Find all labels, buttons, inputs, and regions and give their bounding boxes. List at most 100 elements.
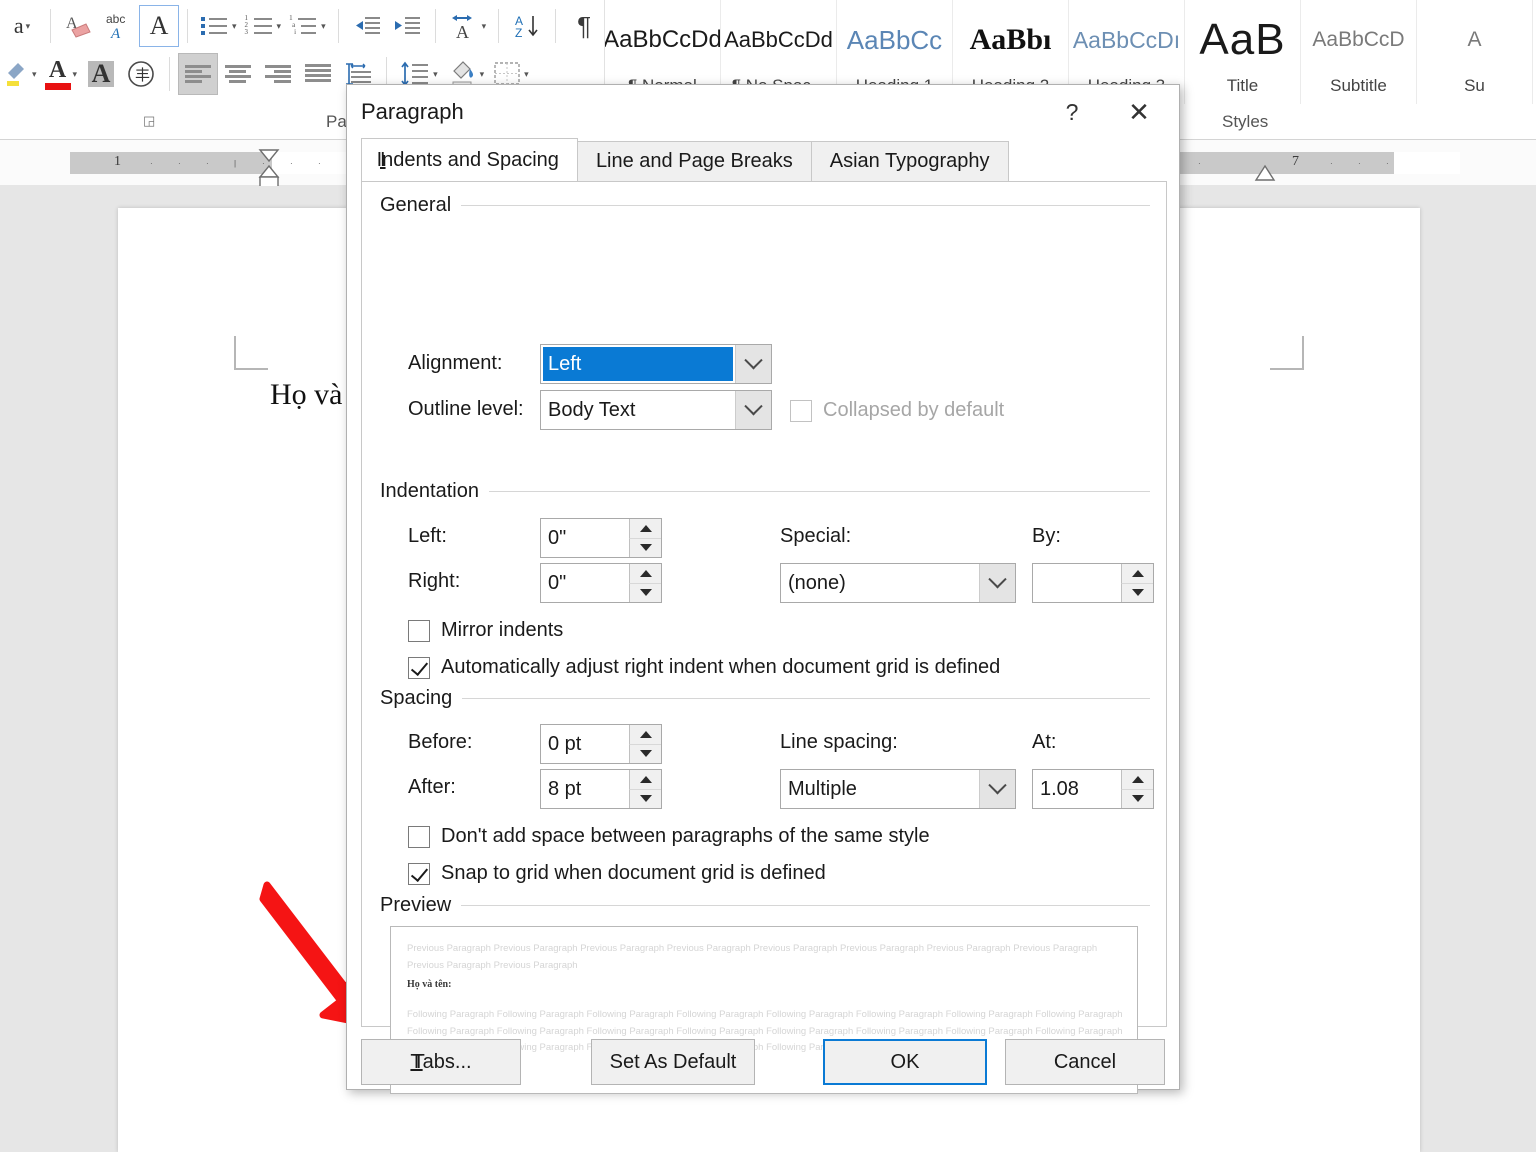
font-color-button[interactable]: A ▾: [41, 53, 82, 95]
alignment-combo[interactable]: Left: [540, 344, 772, 384]
indent-right-spinner[interactable]: 0": [540, 563, 662, 603]
spacing-before-value[interactable]: 0 pt: [541, 725, 629, 763]
dont-add-space-row[interactable]: Don't add space between paragraphs of th…: [408, 825, 930, 848]
outline-level-combo[interactable]: Body Text: [540, 390, 772, 430]
spinner-buttons[interactable]: [1121, 564, 1153, 602]
at-spinner[interactable]: 1.08: [1032, 769, 1154, 809]
cancel-button[interactable]: Cancel: [1005, 1039, 1165, 1085]
align-right-button[interactable]: [258, 53, 298, 95]
outline-level-label-span: Outline level:: [408, 398, 524, 420]
special-combo[interactable]: (none): [780, 563, 1016, 603]
spinner-buttons[interactable]: [629, 519, 661, 557]
align-left-button[interactable]: [178, 53, 219, 95]
ok-button[interactable]: OK: [823, 1039, 987, 1085]
snap-to-grid-label: Snap to grid when document grid is defin…: [441, 862, 826, 884]
mirror-indents-row[interactable]: Mirror indents: [408, 619, 563, 642]
spinner-up-icon[interactable]: [629, 770, 661, 790]
divider: [187, 9, 188, 43]
collapsed-by-default-checkbox[interactable]: [790, 399, 812, 422]
spacing-before-spinner[interactable]: 0 pt: [540, 724, 662, 764]
right-indent-marker[interactable]: [1252, 164, 1278, 184]
indent-right-value[interactable]: 0": [541, 564, 629, 602]
chevron-down-icon[interactable]: [735, 391, 771, 429]
numbering-button[interactable]: 1 2 3 ▾: [241, 5, 286, 47]
style-sample: AaBbCcD: [1301, 4, 1416, 76]
mirror-indents-label: Mirror indents: [441, 619, 564, 641]
indent-left-value[interactable]: 0": [541, 519, 629, 557]
spelling-abc-button[interactable]: abc A: [99, 5, 139, 47]
multilevel-list-button[interactable]: 1 a i ▾: [285, 5, 330, 47]
spinner-buttons[interactable]: [1121, 770, 1153, 808]
at-value[interactable]: 1.08: [1033, 770, 1121, 808]
spinner-up-icon[interactable]: [629, 725, 661, 745]
style-sample: AaB: [1185, 4, 1300, 76]
style-item[interactable]: AaBbCcD Subtitle: [1301, 0, 1417, 104]
text-effects-button[interactable]: A: [139, 5, 179, 47]
decrease-indent-button[interactable]: [347, 5, 387, 47]
spinner-buttons[interactable]: [629, 725, 661, 763]
tabs-button[interactable]: T Tabs...: [361, 1039, 521, 1085]
mirror-indents-checkbox[interactable]: [408, 619, 430, 642]
text-highlight-color-button[interactable]: ▾: [0, 53, 41, 95]
spinner-down-icon[interactable]: [629, 583, 661, 602]
snap-to-grid-row[interactable]: Snap to grid when document grid is defin…: [408, 862, 826, 885]
align-center-button[interactable]: [218, 53, 258, 95]
style-sample-text: AaBbCс: [846, 24, 943, 55]
change-case-button[interactable]: a ▾: [2, 5, 42, 47]
paragraph-dialog-launcher[interactable]: ◲: [143, 113, 155, 129]
spinner-up-icon[interactable]: [629, 564, 661, 584]
document-paragraph-text[interactable]: Họ và: [270, 378, 342, 412]
chevron-down-icon[interactable]: [735, 345, 771, 383]
collapsed-by-default-row[interactable]: Collapsed by default: [790, 399, 1004, 422]
svg-text:abc: abc: [106, 12, 125, 26]
spinner-up-icon[interactable]: [1121, 770, 1153, 790]
increase-indent-button[interactable]: [387, 5, 427, 47]
spinner-down-icon[interactable]: [629, 744, 661, 763]
svg-text:A: A: [456, 22, 469, 40]
shading-text-button[interactable]: A: [81, 53, 121, 95]
indentation-label: Indentation: [380, 480, 479, 502]
bullets-button[interactable]: ▾: [196, 5, 241, 47]
show-formatting-marks-button[interactable]: ¶: [564, 5, 604, 47]
tab-indents-and-spacing[interactable]: I Indents and Spacing: [361, 138, 578, 181]
spinner-down-icon[interactable]: [1121, 583, 1153, 602]
snap-to-grid-checkbox[interactable]: [408, 862, 430, 885]
style-item[interactable]: AaB Title: [1185, 0, 1301, 104]
asian-layout-button[interactable]: A ▾: [444, 5, 491, 47]
spinner-buttons[interactable]: [629, 770, 661, 808]
dont-add-space-checkbox[interactable]: [408, 825, 430, 848]
spinner-down-icon[interactable]: [1121, 789, 1153, 808]
clear-formatting-button[interactable]: A: [59, 5, 99, 47]
spinner-down-icon[interactable]: [629, 538, 661, 557]
spinner-buttons[interactable]: [629, 564, 661, 602]
spinner-up-icon[interactable]: [1121, 564, 1153, 584]
spacing-after-value[interactable]: 8 pt: [541, 770, 629, 808]
help-icon[interactable]: ?: [1051, 95, 1093, 129]
by-value[interactable]: [1033, 564, 1121, 602]
indent-left-spinner[interactable]: 0": [540, 518, 662, 558]
spacing-after-spinner[interactable]: 8 pt: [540, 769, 662, 809]
set-as-default-label: Set As Default: [609, 1050, 737, 1073]
style-item[interactable]: A Su: [1417, 0, 1533, 104]
spacing-section-header: Spacing: [380, 687, 1150, 710]
divider: [498, 9, 500, 43]
tab-line-and-page-breaks[interactable]: Line and Page Breaks: [576, 141, 812, 181]
justify-button[interactable]: [298, 53, 338, 95]
by-label: By:: [1032, 525, 1061, 548]
special-value: (none): [788, 571, 846, 594]
enclose-characters-icon: 丰: [128, 61, 154, 87]
sort-button[interactable]: A Z: [507, 5, 547, 47]
auto-adjust-indent-row[interactable]: Automatically adjust right indent when d…: [408, 656, 1000, 679]
chevron-down-icon[interactable]: [979, 770, 1015, 808]
by-spinner[interactable]: [1032, 563, 1154, 603]
tab-asian-typography[interactable]: Asian Typography: [810, 141, 1009, 181]
close-icon[interactable]: ✕: [1117, 93, 1161, 131]
set-as-default-button[interactable]: Set As Default: [591, 1039, 755, 1085]
line-spacing-combo[interactable]: Multiple: [780, 769, 1016, 809]
enclose-characters-button[interactable]: 丰: [121, 53, 161, 95]
auto-adjust-indent-checkbox[interactable]: [408, 656, 430, 679]
chevron-down-icon[interactable]: [979, 564, 1015, 602]
spinner-down-icon[interactable]: [629, 789, 661, 808]
spinner-up-icon[interactable]: [629, 519, 661, 539]
bullets-icon: [200, 14, 230, 38]
